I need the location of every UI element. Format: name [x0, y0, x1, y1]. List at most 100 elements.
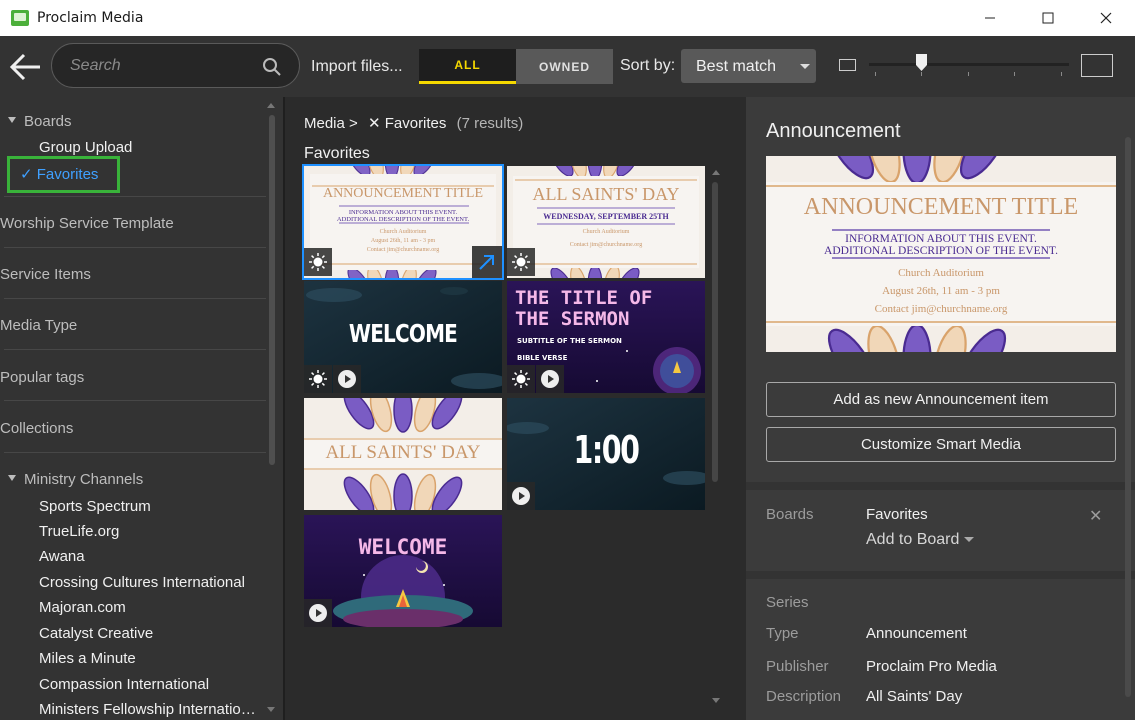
open-tile-button[interactable] — [472, 246, 502, 278]
sun-icon — [512, 253, 530, 271]
sidebar-item-channel[interactable]: Catalyst Creative — [39, 625, 153, 642]
tile-title-line: THE TITLE OF — [515, 287, 653, 309]
window-title: Proclaim Media — [37, 10, 144, 26]
preview-location: Church Auditorium — [898, 267, 984, 279]
panel-separator — [746, 571, 1135, 579]
media-tile-all-saints[interactable]: ALL SAINTS' DAY WEDNESDAY, SEPTEMBER 25T… — [507, 166, 705, 278]
toolbar: Import files... ALL OWNED Sort by: Best … — [0, 36, 1135, 97]
sidebar-section-worship-template[interactable]: Worship Service Template — [0, 215, 267, 232]
details-scrollbar[interactable] — [1124, 137, 1132, 717]
welcome-campfire-thumbnail — [304, 515, 502, 627]
media-tile-sermon[interactable]: THE TITLE OF THE SERMON SUBTITLE OF THE … — [507, 281, 705, 393]
smart-media-badge — [507, 365, 535, 393]
sidebar-item-channel[interactable]: Crossing Cultures International — [39, 574, 245, 591]
maximize-button[interactable] — [1019, 0, 1077, 36]
sidebar-section-popular-tags[interactable]: Popular tags — [0, 369, 267, 386]
remove-filter-icon[interactable]: ✕ — [368, 115, 381, 132]
sidebar-section-ministry-channels[interactable]: Ministry Channels — [0, 471, 267, 488]
media-tile-welcome-dark[interactable]: WELCOME — [304, 281, 502, 393]
sidebar-section-collections[interactable]: Collections — [0, 420, 267, 437]
sidebar-item-channel[interactable]: Sports Spectrum — [39, 498, 151, 515]
search-box[interactable] — [51, 43, 300, 88]
sidebar-section-media-type[interactable]: Media Type — [0, 317, 267, 334]
sidebar-item-channel[interactable]: Majoran.com — [39, 599, 126, 616]
tile-contact: Contact jim@churchname.org — [569, 242, 643, 248]
large-thumbnail-icon[interactable] — [1081, 54, 1113, 77]
sidebar-item-channel[interactable]: Compassion International — [39, 676, 209, 693]
smart-media-badge — [304, 248, 332, 276]
import-files-button[interactable]: Import files... — [311, 58, 403, 76]
media-tile-all-saints-2[interactable]: ALL SAINTS' DAY — [304, 398, 502, 510]
media-tile-countdown[interactable]: 1:00 — [507, 398, 705, 510]
sidebar-item-channel[interactable]: Awana — [39, 548, 85, 565]
play-icon — [338, 370, 356, 388]
add-to-board-dropdown[interactable]: Add to Board — [866, 531, 975, 549]
sidebar-item-group-upload[interactable]: Group Upload — [39, 139, 132, 156]
search-input[interactable] — [70, 54, 260, 78]
title-bar: Proclaim Media — [0, 0, 1135, 36]
media-tile-welcome-campfire[interactable]: WELCOME — [304, 515, 502, 627]
search-icon[interactable] — [262, 57, 282, 77]
preview-info-line: ADDITIONAL DESCRIPTION OF THE EVENT. — [824, 245, 1058, 257]
scroll-down-icon[interactable] — [267, 707, 275, 712]
preview-contact: Contact jim@churchname.org — [874, 303, 1008, 315]
tile-location: Church Auditorium — [379, 229, 427, 235]
back-button[interactable] — [8, 50, 44, 84]
tile-date: August 26th, 11 am - 3 pm — [370, 238, 436, 244]
grid-scrollbar[interactable] — [711, 172, 719, 482]
play-icon — [512, 487, 530, 505]
expand-down-icon — [8, 475, 16, 481]
tile-title: ALL SAINTS' DAY — [532, 184, 680, 204]
remove-board-icon[interactable]: ✕ — [1089, 506, 1102, 526]
back-arrow-icon — [9, 53, 40, 81]
small-thumbnail-icon[interactable] — [839, 59, 856, 71]
scroll-down-icon[interactable] — [712, 698, 720, 703]
sort-dropdown[interactable]: Best match — [681, 49, 816, 83]
tile-title: ANNOUNCEMENT TITLE — [322, 186, 484, 201]
sidebar-item-channel[interactable]: Miles a Minute — [39, 650, 136, 667]
panel-separator — [746, 482, 1135, 490]
sidebar-section-boards[interactable]: Boards — [0, 113, 267, 130]
preview-title: ANNOUNCEMENT TITLE — [803, 194, 1079, 220]
countdown-time: 1:00 — [573, 428, 640, 472]
media-tile-announcement[interactable]: ANNOUNCEMENT TITLE INFORMATION ABOUT THI… — [302, 164, 504, 280]
play-icon — [541, 370, 559, 388]
boards-label: Boards — [766, 506, 814, 523]
tile-title-line: THE SERMON — [515, 308, 630, 330]
series-label: Series — [766, 594, 809, 611]
tile-location: Church Auditorium — [582, 229, 630, 235]
sun-icon — [309, 253, 327, 271]
breadcrumb-favorites: Favorites — [384, 115, 447, 132]
tile-subtitle: SUBTITLE OF THE SERMON — [517, 337, 622, 345]
app-icon — [11, 10, 29, 26]
add-announcement-button[interactable]: Add as new Announcement item — [766, 382, 1116, 417]
thumbnail-size-slider[interactable] — [869, 54, 1069, 71]
type-label: Type — [766, 625, 799, 642]
details-title: Announcement — [766, 120, 901, 142]
filter-owned-tab[interactable]: OWNED — [516, 49, 613, 84]
customize-smart-media-button[interactable]: Customize Smart Media — [766, 427, 1116, 462]
sidebar-section-service-items[interactable]: Service Items — [0, 266, 267, 283]
sidebar-scrollbar[interactable] — [268, 101, 276, 711]
expand-down-icon — [8, 117, 16, 123]
filter-all-tab[interactable]: ALL — [419, 49, 516, 84]
close-window-button[interactable] — [1077, 0, 1135, 36]
details-preview: ANNOUNCEMENT TITLE INFORMATION ABOUT THI… — [766, 156, 1116, 352]
chevron-down-icon — [800, 64, 810, 69]
sidebar-item-channel[interactable]: Ministers Fellowship Internatio… — [39, 701, 263, 718]
slider-ticks — [869, 72, 1069, 76]
play-icon — [309, 604, 327, 622]
boards-value: Favorites — [866, 506, 928, 523]
breadcrumb-chevron-icon: > — [349, 115, 358, 132]
sun-icon — [309, 370, 327, 388]
publisher-value: Proclaim Pro Media — [866, 658, 997, 675]
slider-handle[interactable] — [916, 54, 927, 71]
sidebar-item-favorites[interactable]: ✓ Favorites — [20, 165, 98, 183]
minimize-icon — [985, 17, 995, 19]
sidebar-item-channel[interactable]: TrueLife.org — [39, 523, 119, 540]
all-saints-thumbnail — [507, 166, 705, 278]
minimize-button[interactable] — [961, 0, 1019, 36]
sort-label: Sort by: — [620, 57, 676, 74]
breadcrumb-media[interactable]: Media — [304, 115, 345, 132]
details-panel: Announcement ANNOUNCEMENT TITLE INFORMAT… — [746, 97, 1135, 720]
